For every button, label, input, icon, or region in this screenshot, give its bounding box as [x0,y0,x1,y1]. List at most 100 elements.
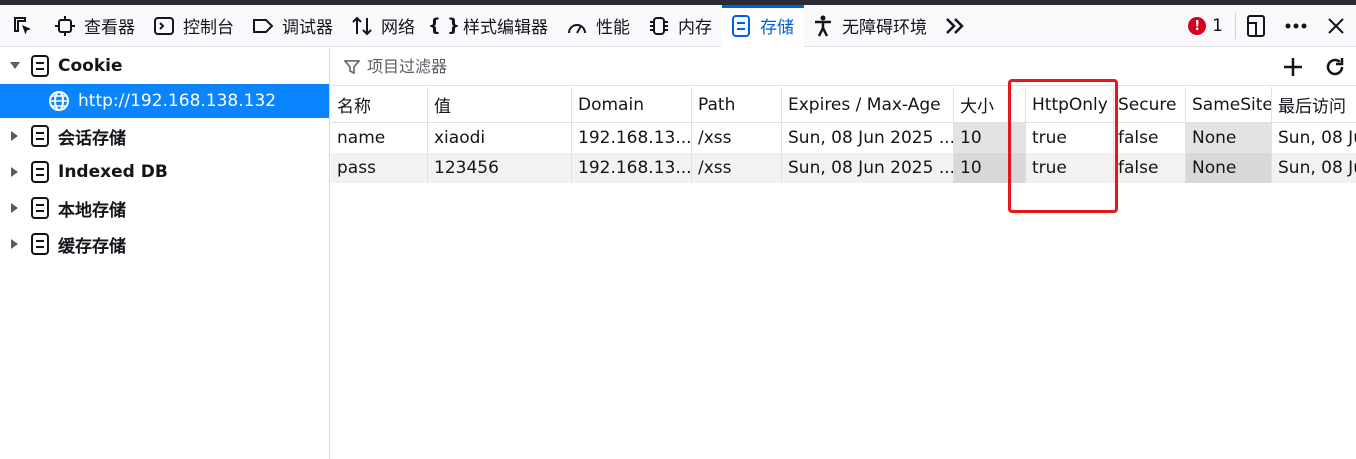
plus-icon [1284,58,1302,76]
tree-item-session-storage[interactable]: 会话存储 [0,118,329,154]
column-header-samesite[interactable]: SameSite [1185,87,1271,122]
memory-icon [648,15,670,37]
tree-item-cookie[interactable]: Cookie [0,48,329,84]
tab-label: 调试器 [282,18,333,38]
tree-item-label: 缓存存储 [58,236,126,257]
tab-label: 样式编辑器 [463,18,548,38]
storage-icon [30,55,50,77]
inspector-icon [54,15,76,37]
collapsed-arrow-icon [0,131,30,141]
refresh-icon [1326,58,1344,76]
style-editor-icon: { } [428,15,460,36]
column-header-httponly[interactable]: HttpOnly [1025,87,1113,122]
tab-performance[interactable]: 性能 [558,5,640,47]
tab-console[interactable]: 控制台 [145,5,244,47]
tabs-overflow-button[interactable] [937,5,973,47]
cell-httponly: true [1025,123,1113,153]
close-icon [1328,18,1344,34]
performance-icon [566,15,588,37]
column-header-last-accessed[interactable]: 最后访问 [1271,87,1356,122]
column-header-name[interactable]: 名称 [331,87,427,122]
cell-value: 123456 [427,153,571,183]
collapsed-arrow-icon [0,167,30,177]
tab-debugger[interactable]: 调试器 [244,5,343,47]
error-icon: ! [1188,17,1207,35]
column-header-size[interactable]: 大小 [953,87,1025,122]
column-header-expires[interactable]: Expires / Max-Age [781,87,953,122]
column-header-path[interactable]: Path [691,87,781,122]
cell-size: 10 [953,153,1025,183]
tab-inspector[interactable]: 查看器 [46,5,145,47]
ellipsis-icon [1285,23,1307,29]
tree-item-local-storage[interactable]: 本地存储 [0,190,329,226]
cell-name: pass [337,158,376,178]
column-header-value[interactable]: 值 [427,87,571,122]
tab-label: 存储 [760,18,794,38]
dock-side-button[interactable] [1236,5,1276,47]
tree-item-cache-storage[interactable]: 缓存存储 [0,226,329,262]
tab-label: 无障碍环境 [842,18,927,38]
cell-path: /xss [691,153,781,183]
storage-icon [30,125,50,147]
column-header-domain[interactable]: Domain [571,87,691,122]
cell-value: xiaodi [427,123,571,153]
collapsed-arrow-icon [0,203,30,213]
cell-secure: false [1113,123,1185,153]
storage-icon [30,233,50,255]
table-header: 名称 值 Domain Path Expires / Max-Age 大小 Ht… [331,87,1356,123]
tree-item-label: 本地存储 [58,200,126,221]
tab-accessibility[interactable]: 无障碍环境 [804,5,937,47]
tab-network[interactable]: 网络 [343,5,425,47]
devtools-toolbar: 查看器 控制台 调试器 网络 { } 样式编辑器 性能 内存 存储 无障碍环境 … [0,4,1356,47]
tab-label: 内存 [678,18,712,38]
tree-item-label: Indexed DB [58,162,168,182]
dock-side-icon [1247,15,1265,37]
network-icon [351,15,373,37]
storage-icon [30,161,50,183]
more-options-button[interactable] [1276,5,1316,47]
error-count: 1 [1212,16,1223,36]
tab-memory[interactable]: 内存 [640,5,722,47]
table-row[interactable]: pass 123456 192.168.13... /xss Sun, 08 J… [331,153,1356,183]
tab-storage[interactable]: 存储 [722,4,804,47]
cell-path: /xss [691,123,781,153]
tree-item-label: Cookie [58,56,123,76]
cell-size: 10 [953,123,1025,153]
column-header-secure[interactable]: Secure [1113,87,1185,122]
storage-icon [730,14,752,37]
cell-domain: 192.168.13... [571,123,691,153]
storage-icon [30,197,50,219]
element-picker-button[interactable] [0,5,46,47]
double-chevron-right-icon [946,17,964,34]
storage-tree-sidebar: Cookie http://192.168.138.132 会话存储 Index… [0,48,330,459]
filter-icon [341,59,363,75]
tab-label: 网络 [381,18,415,38]
close-devtools-button[interactable] [1316,5,1356,47]
table-row[interactable]: name xiaodi 192.168.13... /xss Sun, 08 J… [331,123,1356,153]
tab-label: 性能 [596,18,630,38]
tree-item-host[interactable]: http://192.168.138.132 [0,84,329,118]
tree-item-label: 会话存储 [58,128,126,149]
tab-label: 查看器 [84,18,135,38]
globe-icon [48,90,70,112]
cell-samesite: None [1185,123,1271,153]
refresh-button[interactable] [1314,48,1356,86]
cell-secure: false [1113,153,1185,183]
add-item-button[interactable] [1272,48,1314,86]
tab-label: 控制台 [183,18,234,38]
cell-httponly: true [1025,153,1113,183]
cell-domain: 192.168.13... [571,153,691,183]
tree-item-label: http://192.168.138.132 [78,91,277,111]
cell-expires: Sun, 08 Jun 2025 ... [781,123,953,153]
filter-items-input[interactable] [367,57,1247,76]
pick-element-icon [14,16,31,34]
expanded-arrow-icon [0,62,30,70]
cell-last-accessed: Sun, 08 Ju [1271,153,1356,183]
tab-style-editor[interactable]: { } 样式编辑器 [425,5,558,47]
debugger-icon [252,15,274,37]
error-count-button[interactable]: ! 1 [1176,5,1235,47]
accessibility-icon [812,15,834,37]
cell-samesite: None [1185,153,1271,183]
cell-expires: Sun, 08 Jun 2025 ... [781,153,953,183]
tree-item-indexed-db[interactable]: Indexed DB [0,154,329,190]
